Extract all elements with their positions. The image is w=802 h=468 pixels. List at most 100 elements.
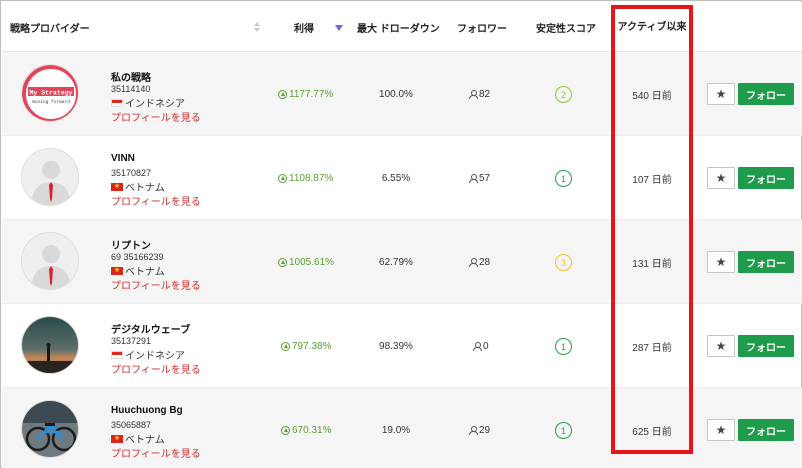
avatar[interactable] [21,232,79,290]
follow-button[interactable]: フォロー [738,167,794,189]
country: ★ ベトナム [111,179,165,194]
max-drawdown-value: 6.55% [381,172,411,184]
followers-count: 57 [469,136,490,220]
column-header-followers[interactable]: フォロワー [457,2,507,52]
column-header-provider[interactable]: 戦略プロバイダー [10,2,90,52]
user-icon [469,89,478,99]
view-profile-link[interactable]: プロフィールを見る [111,109,201,124]
active-since-value: 107 日前 [632,174,672,186]
follow-button[interactable]: フォロー [738,83,794,105]
sort-arrows-icon[interactable] [254,20,262,34]
favorite-star-button[interactable]: ★ [707,167,735,189]
profit-value: 670.31% [281,388,331,468]
user-icon [473,341,482,351]
bicycle-photo-icon [22,401,78,457]
indonesia-flag-icon [111,350,123,359]
account-number: 35170827 [111,168,152,178]
star-icon: ★ [715,339,727,353]
follow-button[interactable]: フォロー [738,335,794,357]
default-user-avatar-icon [22,233,78,289]
country: インドネシア [111,347,185,362]
followers-count: 29 [469,388,490,468]
star-icon: ★ [715,255,727,269]
table-row: VINN 35170827 ★ ベトナム プロフィールを見る 1108.87% 6… [2,136,802,220]
stability-score-badge: 1 [555,170,572,187]
strategy-name: Huuchuong Bg [111,405,183,416]
active-since-value: 287 日前 [632,342,672,354]
column-header-stability-score[interactable]: 安定性スコア [536,2,596,52]
max-drawdown-value: 62.79% [379,256,413,268]
country-name: インドネシア [125,351,185,362]
view-profile-link[interactable]: プロフィールを見る [111,361,201,376]
vietnam-flag-icon: ★ [111,434,123,443]
table-row: My Strategy moving forward 私の戦略 35114140… [2,52,802,136]
sunset-silhouette-photo-icon [22,317,78,373]
stability-score-badge: 3 [555,254,572,271]
followers-text: 57 [479,172,491,184]
table-header: 戦略プロバイダー 利得 最大 ドローダウン フォロワー 安定性スコア アクティブ… [2,2,802,52]
profit-text: 1177.77% [289,88,334,100]
user-icon [469,173,478,183]
arrow-up-circle-icon [281,425,290,435]
profit-text: 670.31% [292,424,332,436]
sort-descending-icon[interactable] [335,25,343,31]
favorite-star-button[interactable]: ★ [707,335,735,357]
account-number: 35114140 [111,84,151,94]
view-profile-link[interactable]: プロフィールを見る [111,445,201,460]
follow-button[interactable]: フォロー [738,251,794,273]
followers-count: 82 [469,52,490,136]
vietnam-flag-icon: ★ [111,266,123,275]
profit-value: 1108.87% [278,136,333,220]
active-since-value: 625 日前 [632,426,672,438]
indonesia-flag-icon [111,98,123,107]
avatar[interactable]: My Strategy moving forward [21,64,79,122]
arrow-up-circle-icon [278,89,287,99]
column-header-max-drawdown[interactable]: 最大 ドローダウン [357,2,440,52]
view-profile-link[interactable]: プロフィールを見る [111,193,201,208]
followers-text: 28 [479,256,491,268]
profit-value: 1177.77% [278,52,333,136]
table-row: リプトン 69 35166239 ★ ベトナム プロフィールを見る 1005.61… [2,220,802,304]
country-name: ベトナム [125,267,165,278]
followers-text: 29 [479,424,491,436]
avatar[interactable] [21,316,79,374]
avatar[interactable] [21,400,79,458]
followers-count: 0 [473,304,489,388]
arrow-up-circle-icon [281,341,290,351]
table-row: デジタルウェーブ 35137291 インドネシア プロフィールを見る 797.3… [2,304,802,388]
svg-text:moving forward: moving forward [32,99,70,105]
favorite-star-button[interactable]: ★ [707,83,735,105]
strategy-name: デジタルウェーブ [111,325,191,336]
profit-value: 797.38% [281,304,331,388]
stability-score-badge: 2 [555,86,572,103]
default-user-avatar-icon [22,149,78,205]
follow-button[interactable]: フォロー [738,419,794,441]
active-since-value: 131 日前 [632,258,672,270]
max-drawdown-value: 19.0% [381,424,411,436]
account-number: 35065887 [111,420,152,430]
profit-text: 1005.61% [289,256,335,268]
followers-count: 28 [469,220,490,304]
view-profile-link[interactable]: プロフィールを見る [111,277,201,292]
favorite-star-button[interactable]: ★ [707,419,735,441]
column-header-active-since[interactable]: アクティブ以来 [614,2,690,52]
active-since-value: 540 日前 [632,90,672,102]
profit-text: 797.38% [292,340,332,352]
arrow-up-circle-icon [278,257,287,267]
favorite-star-button[interactable]: ★ [707,251,735,273]
max-drawdown-value: 98.39% [379,340,413,352]
column-header-profit[interactable]: 利得 [294,2,314,52]
profit-value: 1005.61% [278,220,334,304]
country-name: インドネシア [125,99,185,110]
avatar[interactable] [21,148,79,206]
table-row: Huuchuong Bg 35065887 ★ ベトナム プロフィールを見る 67… [2,388,802,468]
svg-text:My Strategy: My Strategy [30,90,73,97]
user-icon [469,425,478,435]
user-icon [469,257,478,267]
followers-text: 82 [479,88,491,100]
country-name: ベトナム [125,183,165,194]
max-drawdown-value: 100.0% [379,88,413,100]
country: インドネシア [111,95,185,110]
strategy-name: リプトン [111,241,151,252]
star-icon: ★ [715,423,727,437]
